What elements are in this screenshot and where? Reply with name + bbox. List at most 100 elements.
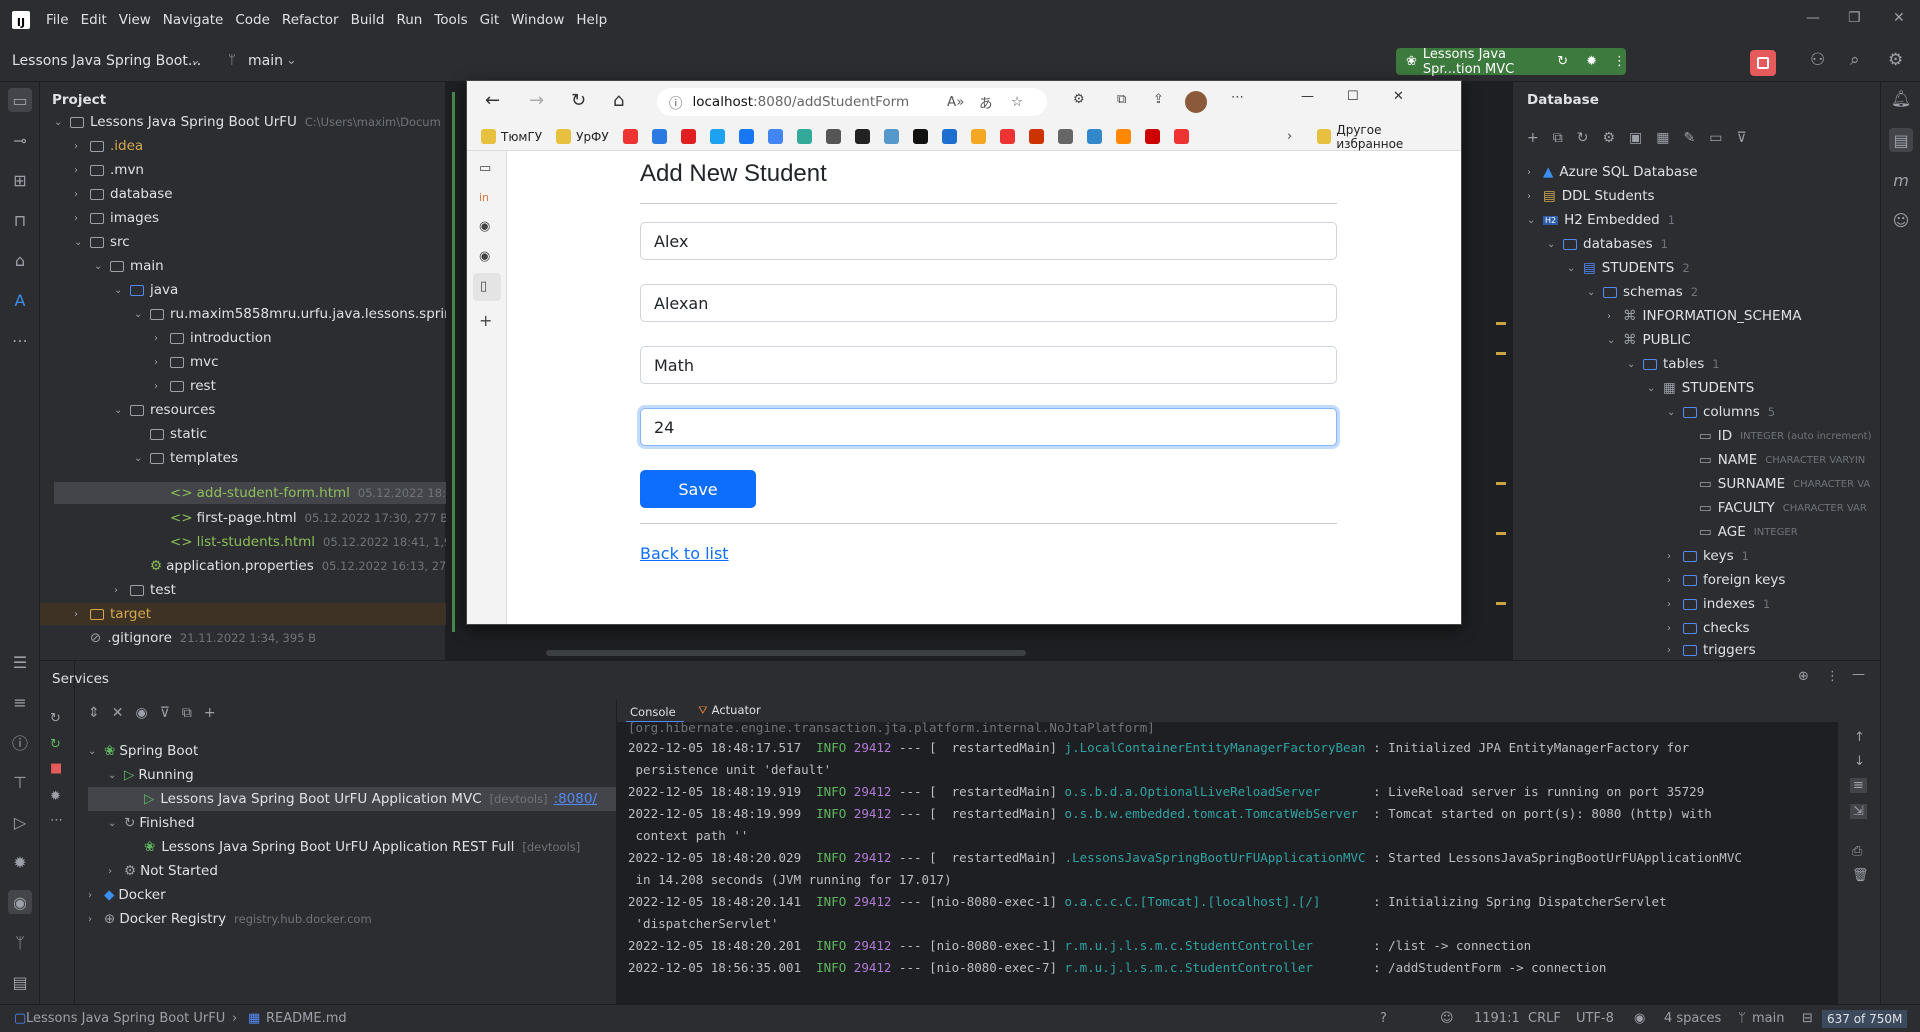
add-icon[interactable]: + [479,311,492,330]
bookmark-folder[interactable]: ТюмГУ [481,129,542,144]
services-tool-icon[interactable]: ◉ [8,890,32,914]
project-panel-title[interactable]: Project [52,92,106,108]
home-icon[interactable]: ⌂ [613,90,624,111]
branch-selector[interactable]: main [248,53,283,69]
db-tree-item[interactable]: › indexes 1 [1667,592,1770,616]
close-icon[interactable]: ✕ [1393,89,1404,104]
back-to-list-link[interactable]: Back to list [640,544,729,563]
db-tree-item[interactable]: ⌄ ▦ STUDENTS [1647,376,1754,400]
menu-code[interactable]: Code [235,12,270,28]
minimize-icon[interactable]: — [1806,10,1820,26]
file-encoding[interactable]: UTF-8 [1576,1011,1614,1026]
db-column[interactable]: ▭ SURNAME CHARACTER VA [1699,472,1870,496]
tree-file[interactable]: <> list-students.html 05.12.2022 18:41, 1,… [170,530,477,554]
bookmark-icon[interactable] [796,129,812,144]
breadcrumb-project[interactable]: Lessons Java Spring Boot UrFU [26,1011,225,1026]
tree-item[interactable]: ⌄ java [114,278,178,302]
bookmark-icon[interactable] [1057,129,1073,144]
refresh-icon[interactable]: ↻ [571,90,586,111]
more-icon[interactable]: ⋮ [1826,669,1839,684]
more-icon[interactable]: ⋯ [50,813,63,828]
scroll-up-icon[interactable]: ↑ [1854,730,1865,745]
youtube-icon[interactable] [680,129,696,144]
commit-tool-icon[interactable]: ⊸ [8,128,32,152]
git-branch[interactable]: main [1752,1011,1784,1026]
tree-root[interactable]: ⌄ Lessons Java Spring Boot UrFU C:\Users\m… [54,110,441,134]
db-toolbar-icons[interactable]: +⧉↻⚙▣▦✎▭⊽ [1527,130,1761,146]
menu-window[interactable]: Window [511,12,564,28]
profile-avatar[interactable] [1185,91,1207,113]
bookmark-icon[interactable] [1115,129,1131,144]
more-icon[interactable]: ⋮ [1613,54,1626,69]
db-tree-item[interactable]: ⌄ ⌘ PUBLIC [1607,328,1691,352]
target-icon[interactable]: ⊕ [1798,669,1809,684]
tree-item[interactable]: › images [74,206,159,230]
github-icon[interactable]: ◉ [479,249,490,264]
bookmark-icon[interactable] [999,129,1015,144]
tree-file[interactable]: ⊘ .gitignore 21.11.2022 1:34, 395 B [90,626,316,650]
service-item[interactable]: ⌄ ❀ Spring Boot [88,739,198,763]
bookmark-icon[interactable] [883,129,899,144]
service-item[interactable]: › ◆ Docker [88,883,166,907]
debug-icon[interactable]: ✹ [1586,54,1597,69]
problems-tool-icon[interactable]: ⓘ [8,730,32,754]
bookmarks-tool-icon[interactable]: ⊓ [8,208,32,232]
address-bar[interactable]: ⓘ localhost:8080/addStudentForm A» あ ☆ [657,88,1047,116]
db-tree-item[interactable]: › ▲ Azure SQL Database [1527,160,1698,184]
tree-item[interactable]: ⌄ src [74,230,130,254]
tree-item[interactable]: › .idea [74,134,143,158]
google-icon[interactable] [767,129,783,144]
restore-icon[interactable]: ❐ [1848,10,1861,26]
db-column[interactable]: ▭ ID INTEGER (auto increment) [1699,424,1872,448]
tab-console[interactable]: Console [630,705,676,719]
save-button[interactable]: Save [640,470,756,508]
help-icon[interactable]: ? [1380,1011,1387,1026]
first-name-input[interactable]: Alex [640,222,1337,260]
db-tree-item[interactable]: ⌄ databases 1 [1547,232,1668,256]
menu-view[interactable]: View [119,12,151,28]
structure-tool-icon[interactable]: ⊞ [8,168,32,192]
run-config-selector[interactable]: ❀ Lessons Java Spr...tion MVC ↻ ✹ ⋮ [1396,47,1626,77]
other-bookmarks[interactable]: Другое избранное [1317,123,1447,151]
github-icon[interactable] [854,129,870,144]
menu-help[interactable]: Help [576,12,607,28]
faculty-input[interactable]: Math [640,346,1337,384]
learn-tool-icon[interactable]: ⌂ [8,248,32,272]
service-item[interactable]: › ⚙ Not Started [108,859,218,883]
chevron-right-icon[interactable]: › [1287,129,1292,144]
indent-setting[interactable]: 4 spaces [1664,1011,1721,1026]
notifications-icon[interactable]: 🔔︎ [1889,86,1913,110]
bookmark-folder[interactable]: УрФУ [556,129,609,144]
tree-item[interactable]: ⌄ templates [134,446,238,470]
tree-item[interactable]: › target [74,602,151,626]
back-icon[interactable]: ← [485,90,500,111]
maven-tool-icon[interactable]: m [1889,168,1913,192]
db-column[interactable]: ▭ FACULTY CHARACTER VAR [1699,496,1867,520]
database-panel-title[interactable]: Database [1527,92,1599,108]
share-icon[interactable]: ⇪ [1153,92,1164,107]
scroll-down-icon[interactable]: ↓ [1854,754,1865,769]
menu-git[interactable]: Git [480,12,500,28]
collections-icon[interactable]: ⧉ [1117,92,1126,107]
service-item[interactable]: ❀ Lessons Java Spring Boot UrFU Applicati… [144,835,580,859]
yandex-icon[interactable] [622,129,638,144]
git-tool-icon[interactable]: ᛘ [8,930,32,954]
facebook-icon[interactable] [738,129,754,144]
db-tree-item[interactable]: ⌄ H2 H2 Embedded 1 [1527,208,1675,232]
tree-item[interactable]: › mvc [154,350,219,374]
tree-item[interactable]: ⌄ ru.maxim5858mru.urfu.java.lessons.sprin… [134,302,478,326]
tab-actuator[interactable]: ⛛ Actuator [698,703,761,718]
tree-item[interactable]: static [134,422,207,446]
bookmark-icon[interactable] [1086,129,1102,144]
debug-icon[interactable]: ✹ [50,789,61,804]
tabs-icon[interactable]: ▭ [479,161,491,176]
service-item[interactable]: ⌄ ▷ Running [108,763,194,787]
problems-list-icon[interactable]: ≡ [8,690,32,714]
azure-tool-icon[interactable]: A [8,288,32,312]
hide-panel-icon[interactable]: — [1852,667,1865,682]
db-tree-item[interactable]: ⌄ tables 1 [1627,352,1720,376]
bookmark-icon[interactable] [1028,129,1044,144]
eye-icon[interactable]: ◉ [1634,1011,1645,1026]
terminal-tool-icon[interactable]: ▤ [8,970,32,994]
db-tree-item[interactable]: › foreign keys [1667,568,1785,592]
